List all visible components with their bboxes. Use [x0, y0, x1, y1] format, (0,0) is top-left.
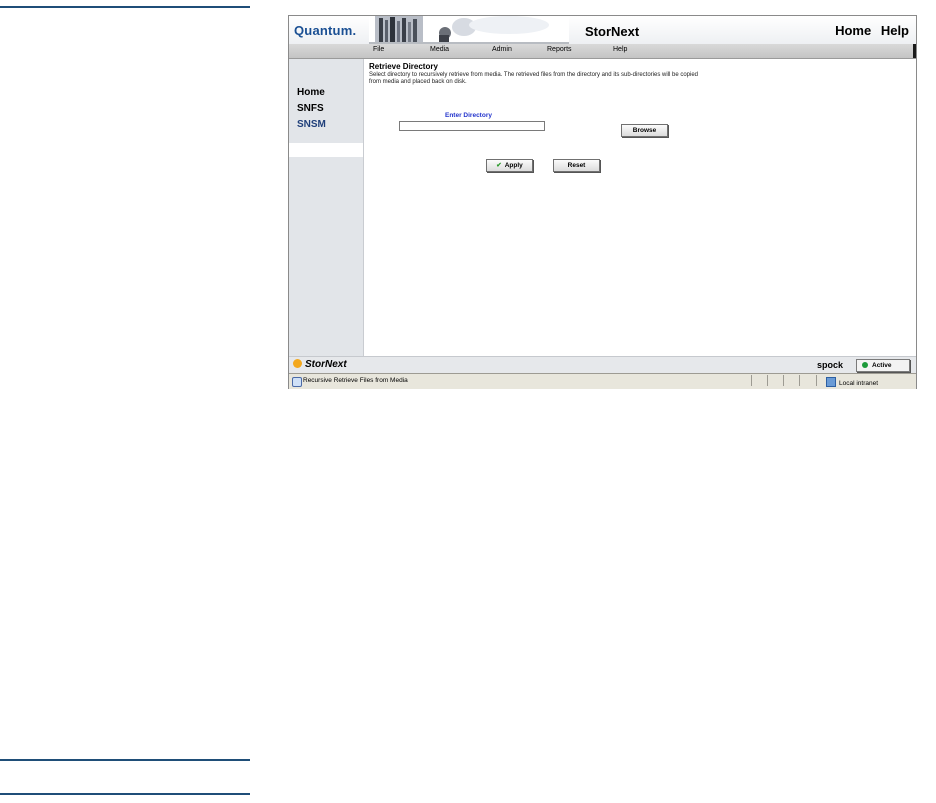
header-links: Home Help [829, 23, 909, 38]
page-rule-bottom-1 [0, 759, 250, 761]
security-zone: Local intranet [826, 377, 878, 387]
menu-file[interactable]: File [373, 46, 384, 53]
banner-graphic [369, 16, 569, 44]
status-cell [751, 375, 764, 386]
menu-bar-end [913, 44, 916, 58]
sidebar-selection [289, 143, 363, 157]
page-rule-top [0, 6, 250, 8]
status-cell [799, 375, 812, 386]
sidebar: Home SNFS SNSM [289, 59, 364, 356]
directory-input[interactable] [399, 121, 545, 131]
apply-button-label: Apply [504, 162, 523, 169]
menu-admin[interactable]: Admin [492, 46, 512, 53]
menu-reports[interactable]: Reports [547, 46, 572, 53]
footer-bar: StorNext spock Active [289, 356, 916, 373]
hostname: spock [817, 360, 844, 370]
browser-status-bar: Recursive Retrieve Files from Media Loca… [289, 373, 916, 389]
reset-button[interactable]: Reset [553, 159, 600, 172]
status-text: Recursive Retrieve Files from Media [303, 377, 408, 384]
status-label: Active [872, 362, 892, 369]
sidebar-item-home[interactable]: Home [297, 87, 325, 98]
help-link[interactable]: Help [881, 23, 909, 38]
stornext-sun-icon [293, 359, 302, 368]
app-title: StorNext [585, 24, 640, 39]
browse-button[interactable]: Browse [621, 124, 668, 137]
page-title: Retrieve Directory [369, 62, 438, 71]
sidebar-item-snfs[interactable]: SNFS [297, 103, 324, 114]
page-rule-bottom-2 [0, 793, 250, 795]
sidebar-item-snsm[interactable]: SNSM [297, 119, 326, 130]
status-dot-icon [862, 361, 868, 368]
home-link[interactable]: Home [835, 23, 871, 38]
storNext-window: Quantum. StorNext Home Help File Media A… [288, 15, 917, 389]
menu-media[interactable]: Media [430, 46, 449, 53]
apply-button[interactable]: ✔ Apply [486, 159, 533, 172]
quantum-logo: Quantum. [294, 23, 357, 38]
page-description: Select directory to recursively retrieve… [369, 72, 699, 85]
status-cell [767, 375, 780, 386]
menu-bar: File Media Admin Reports Help [289, 44, 916, 59]
page-icon [292, 377, 302, 387]
menu-help[interactable]: Help [613, 46, 627, 53]
check-icon: ✔ [496, 162, 502, 169]
footer-logo: StorNext [293, 359, 347, 370]
status-badge[interactable]: Active [856, 359, 910, 372]
status-cell [783, 375, 796, 386]
header-banner: Quantum. StorNext Home Help [289, 16, 916, 45]
intranet-icon [826, 377, 836, 387]
directory-field-label: Enter Directory [445, 112, 492, 119]
